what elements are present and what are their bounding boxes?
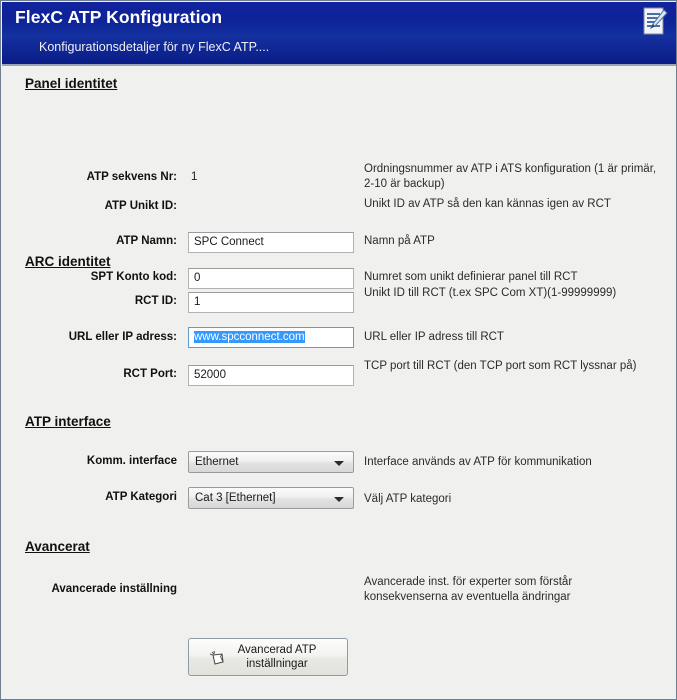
desc-spt-konto-kod: Numret som unikt definierar panel till R… [364, 271, 578, 283]
chevron-down-icon[interactable] [334, 497, 344, 502]
flexc-atp-configuration-dialog: FlexC ATP Konfiguration Konfigurationsde… [0, 0, 677, 700]
label-rct-port: RCT Port: [123, 368, 177, 380]
label-rct-id: RCT ID: [134, 295, 177, 307]
label-atp-sekvens-nr: ATP sekvens Nr: [86, 171, 177, 183]
url-selected-text: www.spcconnect.com [194, 331, 305, 343]
label-komm-interface: Komm. interface [86, 455, 177, 467]
desc-rct-id: Unikt ID till RCT (t.ex SPC Com XT)(1-99… [364, 287, 617, 299]
chevron-down-icon[interactable] [334, 461, 344, 466]
label-atp-kategori: ATP Kategori [105, 491, 177, 503]
komm-interface-value: Ethernet [195, 456, 239, 468]
desc-atp-unikt-id: Unikt ID av ATP så den kan kännas igen a… [364, 198, 611, 210]
desc-avancerade-installning: Avancerade inst. för experter som förstå… [364, 576, 573, 603]
desc-url-eller-ip-adress: URL eller IP adress till RCT [364, 331, 504, 343]
dialog-subtitle: Konfigurationsdetaljer för ny FlexC ATP.… [39, 40, 270, 54]
section-heading-panel-identitet: Panel identitet [25, 76, 118, 91]
label-avancerade-installning: Avancerade inställning [51, 583, 177, 595]
label-atp-unikt-id: ATP Unikt ID: [104, 200, 177, 212]
label-spt-konto-kod: SPT Konto kod: [90, 271, 177, 283]
desc-atp-kategori: Välj ATP kategori [364, 493, 452, 505]
click-hand-icon [209, 650, 224, 665]
dialog-body: Panel identitet ATP sekvens Nr: 1 Ordnin… [2, 66, 676, 699]
spt-konto-kod-input[interactable]: 0 [188, 268, 354, 289]
desc-atp-sekvens-nr: Ordningsnummer av ATP i ATS konfiguratio… [364, 163, 657, 190]
desc-atp-namn: Namn på ATP [364, 235, 435, 247]
avancerad-button-label: Avancerad ATP inställningar [220, 643, 317, 671]
komm-interface-select[interactable]: Ethernet [188, 451, 354, 473]
label-url-eller-ip-adress: URL eller IP adress: [68, 331, 177, 343]
atp-namn-input[interactable]: SPC Connect [188, 232, 354, 253]
atp-kategori-select[interactable]: Cat 3 [Ethernet] [188, 487, 354, 509]
avancerad-atp-installningar-button[interactable]: Avancerad ATP inställningar [188, 638, 348, 676]
section-heading-arc-identitet: ARC identitet [25, 254, 111, 269]
label-atp-namn: ATP Namn: [116, 235, 177, 247]
dialog-titlebar: FlexC ATP Konfiguration Konfigurationsde… [2, 2, 676, 66]
url-eller-ip-adress-input[interactable]: www.spcconnect.com [188, 327, 354, 348]
desc-komm-interface: Interface används av ATP för kommunikati… [364, 456, 592, 468]
avancerad-button-line1: Avancerad ATP [237, 644, 317, 656]
desc-rct-port: TCP port till RCT (den TCP port som RCT … [364, 360, 637, 372]
avancerad-button-line2: inställningar [246, 658, 308, 670]
section-heading-atp-interface: ATP interface [25, 414, 111, 429]
rct-id-input[interactable]: 1 [188, 292, 354, 313]
document-edit-icon [643, 7, 668, 35]
page-title: FlexC ATP Konfiguration [15, 7, 223, 27]
rct-port-input[interactable]: 52000 [188, 365, 354, 386]
atp-kategori-value: Cat 3 [Ethernet] [195, 492, 276, 504]
value-atp-sekvens-nr: 1 [191, 171, 198, 183]
section-heading-avancerat: Avancerat [25, 539, 90, 554]
